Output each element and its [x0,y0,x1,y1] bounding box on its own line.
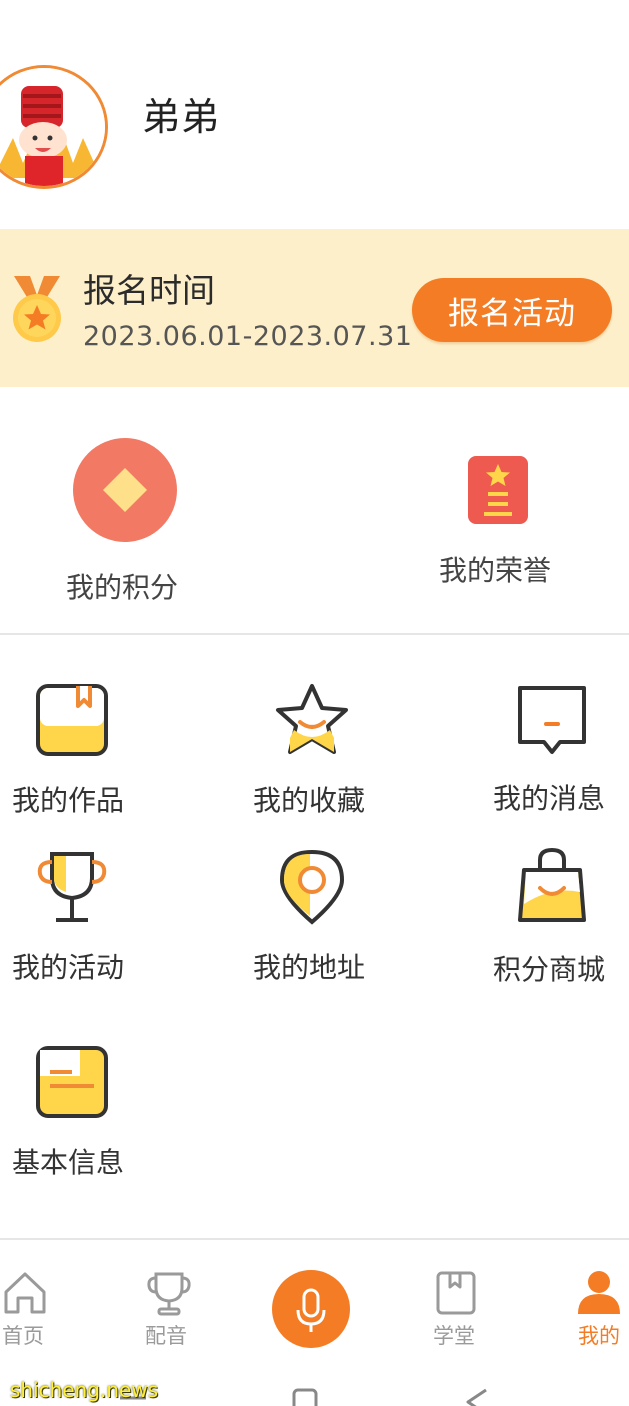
book-icon[interactable] [32,680,112,760]
menu-item-points-mall[interactable]: 积分商城 [493,948,605,988]
home-square-icon[interactable] [292,1388,318,1406]
shopping-bag-icon[interactable] [512,846,592,926]
location-pin-icon[interactable] [272,848,352,928]
menu-item-messages[interactable]: 我的消息 [493,777,605,817]
divider [0,633,629,635]
nav-school-label[interactable]: 学堂 [433,1320,475,1350]
divider [0,1238,629,1240]
menu-item-favorites[interactable]: 我的收藏 [253,779,365,819]
nav-mine-label[interactable]: 我的 [578,1320,620,1350]
banner-date-range: 2023.06.01-2023.07.31 [83,321,413,352]
nav-dubbing-label[interactable]: 配音 [145,1320,187,1350]
honor-certificate-icon[interactable] [466,454,530,526]
star-icon[interactable] [272,680,352,760]
avatar[interactable] [0,65,108,189]
banner-title: 报名时间 [83,271,215,310]
person-icon[interactable] [576,1268,622,1316]
menu-item-works[interactable]: 我的作品 [12,779,124,819]
honors-label[interactable]: 我的荣誉 [439,549,551,589]
profile-page: 弟弟 报名时间 2023.06.01-2023.07.31 报名活动 我的积分 … [0,0,629,1406]
microphone-icon [296,1288,326,1332]
menu-item-activities[interactable]: 我的活动 [12,946,124,986]
points-diamond-icon[interactable] [73,438,177,542]
message-icon[interactable] [512,680,592,760]
trophy-icon[interactable] [32,848,112,928]
nickname: 弟弟 [142,95,221,139]
book-icon[interactable] [434,1270,478,1316]
menu-item-address[interactable]: 我的地址 [253,946,365,986]
points-label[interactable]: 我的积分 [66,566,178,606]
trophy-icon[interactable] [146,1270,192,1316]
microphone-button[interactable] [272,1270,350,1348]
menu-item-basic-info[interactable]: 基本信息 [12,1141,124,1181]
info-card-icon[interactable] [32,1042,112,1122]
medal-icon [13,276,61,342]
back-triangle-icon[interactable] [464,1388,490,1406]
watermark: shicheng.news [10,1378,159,1402]
signup-activity-button[interactable]: 报名活动 [412,278,612,342]
nav-home-label[interactable]: 首页 [2,1320,44,1350]
home-icon[interactable] [2,1270,48,1316]
